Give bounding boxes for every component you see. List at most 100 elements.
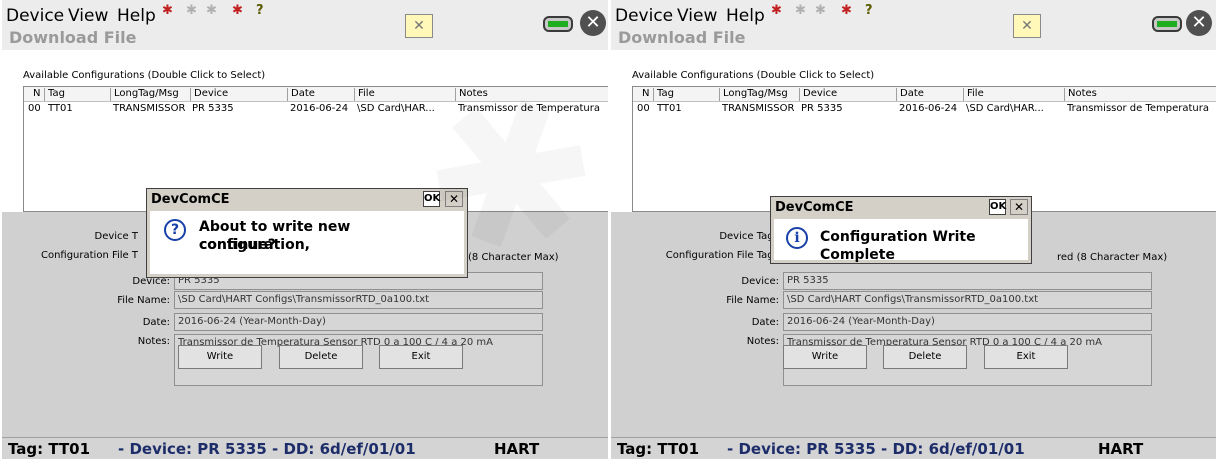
- help-icon[interactable]: ?: [256, 4, 264, 18]
- file-name-label: File Name:: [726, 295, 779, 306]
- device-icon[interactable]: ✱: [771, 4, 782, 18]
- faded-icon: ✱: [795, 3, 806, 18]
- status-bar: Tag: TT01 - Device: PR 5335 - DD: 6d/ef/…: [2, 437, 608, 459]
- question-icon: ?: [164, 219, 186, 241]
- device-field: PR 5335: [783, 272, 1152, 290]
- col-n[interactable]: N: [30, 88, 40, 101]
- status-tag: Tag: TT01: [8, 440, 91, 458]
- status-device: - Device: PR 5335 - DD: 6d/ef/01/01: [118, 440, 416, 458]
- menu-view[interactable]: View: [677, 6, 717, 26]
- cell-tag: TT01: [657, 103, 682, 114]
- available-label: Available Configurations (Double Click t…: [632, 70, 875, 81]
- menu-help[interactable]: Help: [117, 6, 156, 26]
- col-device[interactable]: Device: [190, 88, 228, 101]
- notes-label: Notes:: [137, 336, 170, 347]
- device-tag-label: Device T: [94, 231, 139, 242]
- info-dialog: DevComCE OK ✕ i Configuration Write Comp…: [770, 196, 1032, 264]
- battery-icon: [1152, 16, 1182, 32]
- page-title: Download File: [9, 28, 137, 47]
- col-file[interactable]: File: [963, 88, 984, 101]
- exit-button[interactable]: Exit: [379, 345, 463, 369]
- dialog-message: Configuration Write Complete: [820, 229, 976, 263]
- write-button[interactable]: Write: [178, 345, 262, 369]
- col-date[interactable]: Date: [896, 88, 924, 101]
- cell-longtag: TRANSMISSOR ...: [113, 103, 187, 114]
- status-protocol: HART: [494, 440, 540, 458]
- col-n[interactable]: N: [639, 88, 649, 101]
- device-tag-label: Device Tag:: [719, 231, 777, 242]
- screen-right: Device View Help ✱ ✱ ✱ ✱ ? Download File…: [611, 0, 1216, 459]
- col-date[interactable]: Date: [287, 88, 315, 101]
- menu-help[interactable]: Help: [726, 6, 765, 26]
- cell-longtag: TRANSMISSOR ...: [722, 103, 796, 114]
- dialog-body: ? About to write new configuration, cont…: [150, 211, 464, 274]
- menu-bar: Device View Help ✱ ✱ ✱ ✱ ?: [2, 0, 608, 26]
- dialog-title: DevComCE: [151, 192, 230, 207]
- battery-icon: [543, 16, 573, 32]
- info-icon: i: [786, 227, 808, 249]
- file-name-label: File Name:: [117, 295, 170, 306]
- menu-view[interactable]: View: [68, 6, 108, 26]
- cell-date: 2016-06-24: [899, 103, 958, 114]
- col-longtag[interactable]: LongTag/Msg: [719, 88, 788, 101]
- status-tag: Tag: TT01: [617, 440, 700, 458]
- max-hint: red (8 Character Max): [1057, 252, 1168, 263]
- date-field: 2016-06-24 (Year-Month-Day): [783, 313, 1152, 331]
- menu-device[interactable]: Device: [615, 6, 673, 26]
- faded-icon: ✱: [186, 3, 197, 18]
- input-mode-icon[interactable]: ✕: [1013, 14, 1041, 38]
- file-name-field: \SD Card\HART Configs\TransmissorRTD_0a1…: [783, 291, 1152, 309]
- title-row: Download File: [611, 26, 1216, 50]
- config-file-tag-label: Configuration File Tag:: [665, 250, 777, 261]
- write-button[interactable]: Write: [783, 345, 867, 369]
- dialog-title: DevComCE: [775, 200, 854, 215]
- device-icon[interactable]: ✱: [232, 4, 243, 18]
- col-tag[interactable]: Tag: [653, 88, 674, 101]
- available-label: Available Configurations (Double Click t…: [23, 70, 266, 81]
- dialog-close-button[interactable]: ✕: [1010, 199, 1028, 215]
- cell-tag: TT01: [48, 103, 73, 114]
- input-mode-icon[interactable]: ✕: [405, 14, 433, 38]
- cell-device: PR 5335: [192, 103, 234, 114]
- status-device: - Device: PR 5335 - DD: 6d/ef/01/01: [727, 440, 1025, 458]
- cell-n: 00: [28, 103, 41, 114]
- device-icon[interactable]: ✱: [162, 4, 173, 18]
- cell-notes: Transmissor de Temperatura: [1067, 103, 1209, 114]
- status-protocol: HART: [1098, 440, 1144, 458]
- delete-button[interactable]: Delete: [279, 345, 363, 369]
- title-row: Download File: [2, 26, 608, 50]
- help-icon[interactable]: ?: [865, 4, 873, 18]
- close-icon[interactable]: ✕: [580, 10, 606, 36]
- menu-device[interactable]: Device: [6, 6, 64, 26]
- device-icon[interactable]: ✱: [841, 4, 852, 18]
- col-longtag[interactable]: LongTag/Msg: [110, 88, 179, 101]
- cell-date: 2016-06-24: [290, 103, 349, 114]
- date-field: 2016-06-24 (Year-Month-Day): [174, 313, 543, 331]
- menu-bar: Device View Help ✱ ✱ ✱ ✱ ?: [611, 0, 1216, 26]
- config-list[interactable]: N Tag LongTag/Msg Device Date File Notes…: [632, 86, 1216, 212]
- delete-button[interactable]: Delete: [883, 345, 967, 369]
- faded-icon: ✱: [206, 3, 217, 18]
- config-file-tag-label: Configuration File T: [40, 250, 138, 261]
- table-row[interactable]: 00 TT01 TRANSMISSOR ... PR 5335 2016-06-…: [633, 102, 1216, 116]
- notes-label: Notes:: [746, 336, 779, 347]
- cell-device: PR 5335: [801, 103, 843, 114]
- device-label: Device:: [741, 276, 779, 287]
- dialog-message-line2: continue?: [199, 237, 276, 253]
- ok-button[interactable]: OK: [989, 199, 1006, 215]
- cell-file: \SD Card\HAR...: [966, 103, 1044, 114]
- exit-button[interactable]: Exit: [984, 345, 1068, 369]
- col-device[interactable]: Device: [799, 88, 837, 101]
- col-notes[interactable]: Notes: [1064, 88, 1097, 101]
- col-tag[interactable]: Tag: [44, 88, 65, 101]
- list-header: N Tag LongTag/Msg Device Date File Notes: [633, 87, 1216, 102]
- col-file[interactable]: File: [354, 88, 375, 101]
- page-title: Download File: [618, 28, 746, 47]
- close-icon[interactable]: ✕: [1186, 10, 1212, 36]
- cell-n: 00: [637, 103, 650, 114]
- confirm-dialog: DevComCE OK ✕ ? About to write new confi…: [146, 188, 468, 278]
- dialog-body: i Configuration Write Complete: [774, 219, 1028, 263]
- date-label: Date:: [751, 317, 779, 328]
- dialog-titlebar: DevComCE OK ✕: [771, 197, 1031, 219]
- date-label: Date:: [142, 317, 170, 328]
